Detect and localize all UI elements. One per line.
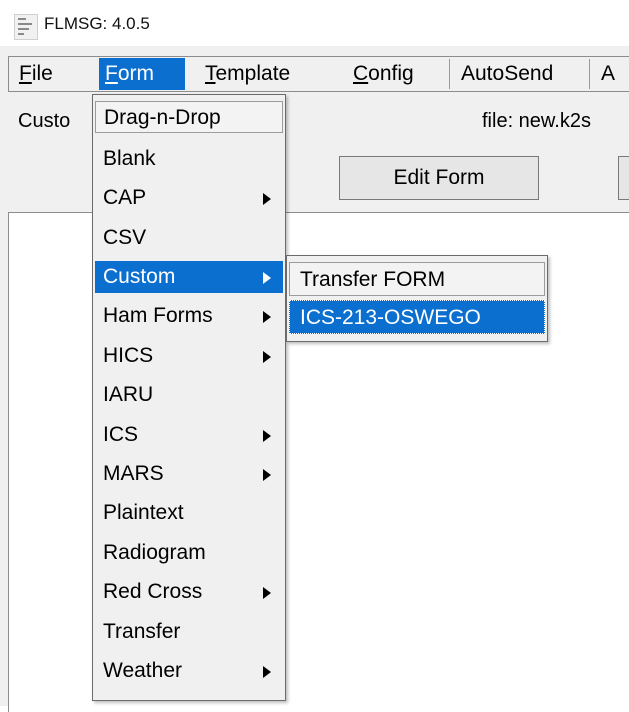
menu-item-radiogram[interactable]: Radiogram [95, 537, 283, 569]
title-bar: FLMSG: 4.0.5 [0, 0, 629, 46]
submenu-arrow-icon [263, 272, 271, 284]
menu-config[interactable]: Config [347, 58, 420, 90]
menu-overflow[interactable]: A [595, 58, 621, 90]
menu-form[interactable]: Form [99, 58, 185, 90]
menu-item-red-cross[interactable]: Red Cross [95, 576, 283, 608]
menu-divider [449, 59, 450, 89]
menu-divider [589, 59, 590, 89]
menu-file[interactable]: File [13, 58, 59, 90]
submenu-arrow-icon [263, 469, 271, 481]
status-label: Custo [18, 110, 71, 132]
custom-submenu: Transfer FORM ICS-213-OSWEGO [286, 255, 548, 342]
edit-form-button[interactable]: Edit Form [339, 156, 539, 200]
submenu-arrow-icon [263, 351, 271, 363]
menu-item-iaru[interactable]: IARU [95, 379, 283, 411]
submenu-arrow-icon [263, 587, 271, 599]
submenu-item-transfer-form[interactable]: Transfer FORM [289, 262, 545, 296]
menu-autosend[interactable]: AutoSend [455, 58, 559, 90]
menu-item-hics[interactable]: HICS [95, 340, 283, 372]
menu-item-transfer[interactable]: Transfer [95, 616, 283, 648]
menu-item-cap[interactable]: CAP [95, 182, 283, 214]
menu-item-csv[interactable]: CSV [95, 222, 283, 254]
form-dropdown-menu: Drag-n-Drop Blank CAP CSV Custom Ham For… [92, 94, 286, 701]
menu-item-custom[interactable]: Custom [95, 261, 283, 293]
menu-template[interactable]: Template [199, 58, 296, 90]
submenu-arrow-icon [263, 666, 271, 678]
menu-item-ham-forms[interactable]: Ham Forms [95, 300, 283, 332]
menu-item-mars[interactable]: MARS [95, 458, 283, 490]
menu-item-blank[interactable]: Blank [95, 143, 283, 175]
menu-item-weather[interactable]: Weather [95, 655, 283, 687]
window-title: FLMSG: 4.0.5 [44, 14, 150, 33]
menu-bar: File Form Template Config AutoSend A [8, 56, 629, 92]
app-icon [14, 14, 38, 40]
submenu-arrow-icon [263, 430, 271, 442]
submenu-item-ics-213-oswego[interactable]: ICS-213-OSWEGO [289, 300, 545, 334]
menu-item-plaintext[interactable]: Plaintext [95, 497, 283, 529]
file-label: file: new.k2s [482, 110, 591, 132]
toolbar-button-partial[interactable] [618, 156, 629, 200]
submenu-arrow-icon [263, 311, 271, 323]
menu-item-drag-n-drop[interactable]: Drag-n-Drop [95, 101, 283, 133]
submenu-arrow-icon [263, 193, 271, 205]
menu-item-ics[interactable]: ICS [95, 419, 283, 451]
